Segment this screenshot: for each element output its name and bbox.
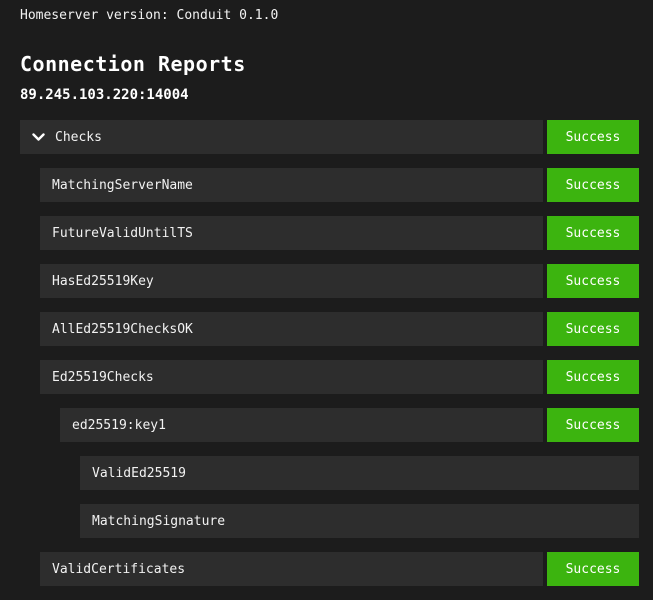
report-row-label-box: HasEd25519Key — [40, 264, 543, 298]
report-row: Checks Success — [20, 120, 639, 154]
server-address: 89.245.103.220:14004 — [20, 87, 639, 103]
report-row-label: ValidEd25519 — [92, 466, 186, 481]
chevron-down-icon — [32, 133, 45, 142]
report-row: AllEd25519ChecksOK Success — [40, 312, 639, 346]
report-row-label-box: AllEd25519ChecksOK — [40, 312, 543, 346]
report-row-label: MatchingSignature — [92, 514, 225, 529]
status-badge: Success — [547, 552, 639, 586]
status-badge: Success — [547, 360, 639, 394]
report-row: ValidEd25519 — [80, 456, 639, 490]
page-title: Connection Reports — [20, 53, 639, 76]
report-row-label-box: ValidCertificates — [40, 552, 543, 586]
status-badge: Success — [547, 264, 639, 298]
report-row-label: HasEd25519Key — [52, 274, 154, 289]
homeserver-version-text: Homeserver version: Conduit 0.1.0 — [20, 8, 639, 23]
reports-list: ChecksSuccessMatchingServerNameSuccessFu… — [20, 120, 639, 586]
report-row-label: AllEd25519ChecksOK — [52, 322, 193, 337]
report-row: FutureValidUntilTS Success — [40, 216, 639, 250]
status-badge: Success — [547, 168, 639, 202]
report-row: MatchingServerName Success — [40, 168, 639, 202]
report-row: Ed25519Checks Success — [40, 360, 639, 394]
report-row-toggle[interactable]: Checks — [20, 120, 543, 154]
report-row-label-box: FutureValidUntilTS — [40, 216, 543, 250]
report-row-label: MatchingServerName — [52, 178, 193, 193]
report-row: ed25519:key1 Success — [60, 408, 639, 442]
report-row-label-box: ValidEd25519 — [80, 456, 639, 490]
report-row: MatchingSignature — [80, 504, 639, 538]
connection-report-page: Homeserver version: Conduit 0.1.0 Connec… — [0, 0, 653, 600]
report-row-label: FutureValidUntilTS — [52, 226, 193, 241]
report-row-label: Ed25519Checks — [52, 370, 154, 385]
report-row-label: Checks — [55, 130, 102, 145]
status-badge: Success — [547, 312, 639, 346]
status-badge: Success — [547, 120, 639, 154]
report-row-label: ValidCertificates — [52, 562, 185, 577]
report-row-label-box: MatchingServerName — [40, 168, 543, 202]
report-row: HasEd25519Key Success — [40, 264, 639, 298]
report-row-label-box: ed25519:key1 — [60, 408, 543, 442]
report-row-label: ed25519:key1 — [72, 418, 166, 433]
report-row: ValidCertificates Success — [40, 552, 639, 586]
status-badge: Success — [547, 216, 639, 250]
report-row-label-box: MatchingSignature — [80, 504, 639, 538]
report-row-label-box: Ed25519Checks — [40, 360, 543, 394]
status-badge: Success — [547, 408, 639, 442]
